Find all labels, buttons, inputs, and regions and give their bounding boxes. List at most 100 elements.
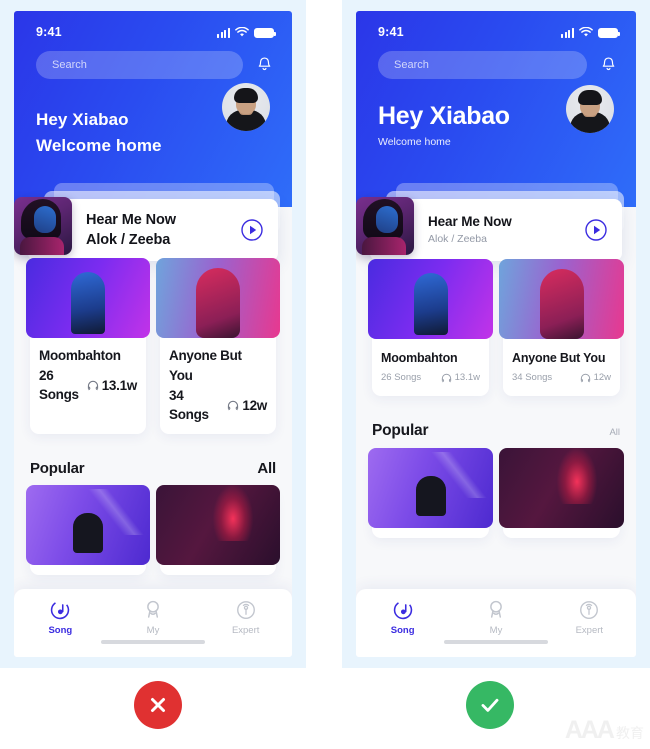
app-header: 9:41 Search Hey Xiabao Welcome home <box>14 11 292 207</box>
bell-icon[interactable] <box>255 55 274 75</box>
section-header-popular: Popular All <box>14 460 292 477</box>
album-play-count: 12w <box>593 372 611 383</box>
album-play-count: 12w <box>242 397 267 413</box>
headphone-icon <box>87 380 98 390</box>
album-card[interactable]: Moombahton 26 Songs 13.1w <box>26 258 150 434</box>
now-playing-text: Hear Me Now Alok / Zeeba <box>72 210 240 250</box>
now-playing-artist: Alok / Zeeba <box>428 233 487 245</box>
music-note-icon <box>393 600 412 620</box>
section-header-popular: Popular All <box>356 422 636 440</box>
album-card[interactable] <box>368 448 493 538</box>
headphone-icon <box>228 400 239 410</box>
now-playing-card[interactable]: Hear Me Now Alok / Zeeba <box>14 197 278 261</box>
album-card[interactable]: Anyone But You 34 Songs 12w <box>156 258 280 434</box>
search-placeholder: Search <box>52 59 87 71</box>
album-song-count: 26 Songs <box>381 372 422 383</box>
verdict-good-badge <box>466 681 514 729</box>
signal-bars-icon <box>217 27 230 38</box>
album-card[interactable] <box>26 485 150 575</box>
album-play-count: 13.1w <box>101 377 138 393</box>
greeting-block: Hey Xiabao Welcome home <box>356 79 636 152</box>
section-all-link[interactable]: All <box>257 460 276 477</box>
greeting-line-2: Welcome home <box>378 136 451 148</box>
album-song-count: 34 Songs <box>169 388 209 422</box>
search-input[interactable]: Search <box>378 51 587 79</box>
album-artwork <box>499 448 624 528</box>
person-icon <box>490 600 502 618</box>
album-title: Anyone But You <box>169 348 242 383</box>
tab-song[interactable]: Song <box>356 599 449 636</box>
tab-label: My <box>489 625 503 636</box>
album-card[interactable] <box>499 448 624 538</box>
avatar[interactable] <box>566 85 614 133</box>
album-meta: 34 Songs 12w <box>512 369 611 386</box>
album-card[interactable] <box>156 485 280 575</box>
phone-screen: 9:41 Search Hey Xiabao Welcome home Hear… <box>356 11 636 657</box>
wifi-icon <box>579 26 593 36</box>
comparison-page: 9:41 Search Hey Xiabao Welcome home Hear… <box>0 0 650 749</box>
album-title: Anyone But You <box>512 351 606 365</box>
status-bar: 9:41 <box>356 11 636 39</box>
battery-icon <box>254 27 277 38</box>
person-icon <box>147 600 159 618</box>
bell-icon[interactable] <box>599 55 618 75</box>
tab-song[interactable]: Song <box>14 599 107 636</box>
album-plays: 13.1w <box>441 369 480 386</box>
album-artwork <box>156 258 280 338</box>
bottom-tab-bar: Song My Expert <box>356 589 636 657</box>
search-input[interactable]: Search <box>36 51 243 79</box>
popular-cards <box>356 440 636 538</box>
album-artwork <box>156 485 280 565</box>
tab-expert[interactable]: Expert <box>543 599 636 636</box>
album-card[interactable]: Anyone But You 34 Songs 12w <box>499 259 624 396</box>
status-icons <box>561 26 621 38</box>
status-icons <box>217 26 277 38</box>
album-artwork <box>499 259 624 339</box>
tab-label: Song <box>390 625 415 636</box>
cross-icon <box>151 698 165 712</box>
album-plays: 12w <box>227 396 267 415</box>
tab-label: Song <box>48 625 73 636</box>
avatar[interactable] <box>222 83 270 131</box>
home-indicator <box>444 640 548 644</box>
tab-my[interactable]: My <box>107 599 200 636</box>
tab-expert[interactable]: Expert <box>199 599 292 636</box>
search-placeholder: Search <box>394 59 429 71</box>
home-indicator <box>101 640 205 644</box>
tab-label: Expert <box>575 625 604 636</box>
watermark-latin: AAA <box>564 716 615 744</box>
now-playing-card[interactable]: Hear Me Now Alok / Zeeba <box>356 197 622 261</box>
album-plays: 12w <box>580 369 611 386</box>
album-meta: 34 Songs 12w <box>169 386 267 424</box>
play-circle-icon[interactable] <box>584 218 608 242</box>
section-title: Popular <box>30 460 85 477</box>
tab-label: My <box>146 625 160 636</box>
search-row: Search <box>14 39 292 79</box>
album-artwork <box>368 448 493 528</box>
album-artwork <box>26 485 150 565</box>
watermark: AAA 教育 <box>565 718 644 743</box>
phone-mockup-bad: 9:41 Search Hey Xiabao Welcome home Hear… <box>0 0 306 668</box>
now-playing-text: Hear Me Now Alok / Zeeba <box>414 212 584 248</box>
play-circle-icon[interactable] <box>240 218 264 242</box>
check-icon <box>481 698 499 712</box>
album-card[interactable]: Moombahton 26 Songs 13.1w <box>368 259 493 396</box>
app-header: 9:41 Search Hey Xiabao Welcome home <box>356 11 636 207</box>
headphone-icon <box>580 373 590 382</box>
phone-mockup-good: 9:41 Search Hey Xiabao Welcome home Hear… <box>342 0 650 668</box>
tab-my[interactable]: My <box>449 599 542 636</box>
album-play-count: 13.1w <box>454 372 480 383</box>
broadcast-icon <box>580 601 599 619</box>
greeting-block: Hey Xiabao Welcome home <box>14 79 292 159</box>
broadcast-icon <box>236 601 255 619</box>
search-row: Search <box>356 39 636 79</box>
greeting-line-2: Welcome home <box>36 136 162 155</box>
now-playing-artwork <box>356 197 414 255</box>
section-all-link[interactable]: All <box>609 427 620 438</box>
album-title: Moombahton <box>39 348 121 363</box>
section-title: Popular <box>372 422 429 439</box>
avatar-hair <box>234 88 258 103</box>
signal-bars-icon <box>561 27 574 38</box>
bottom-tab-bar: Song My Expert <box>14 589 292 657</box>
status-clock: 9:41 <box>378 25 404 39</box>
